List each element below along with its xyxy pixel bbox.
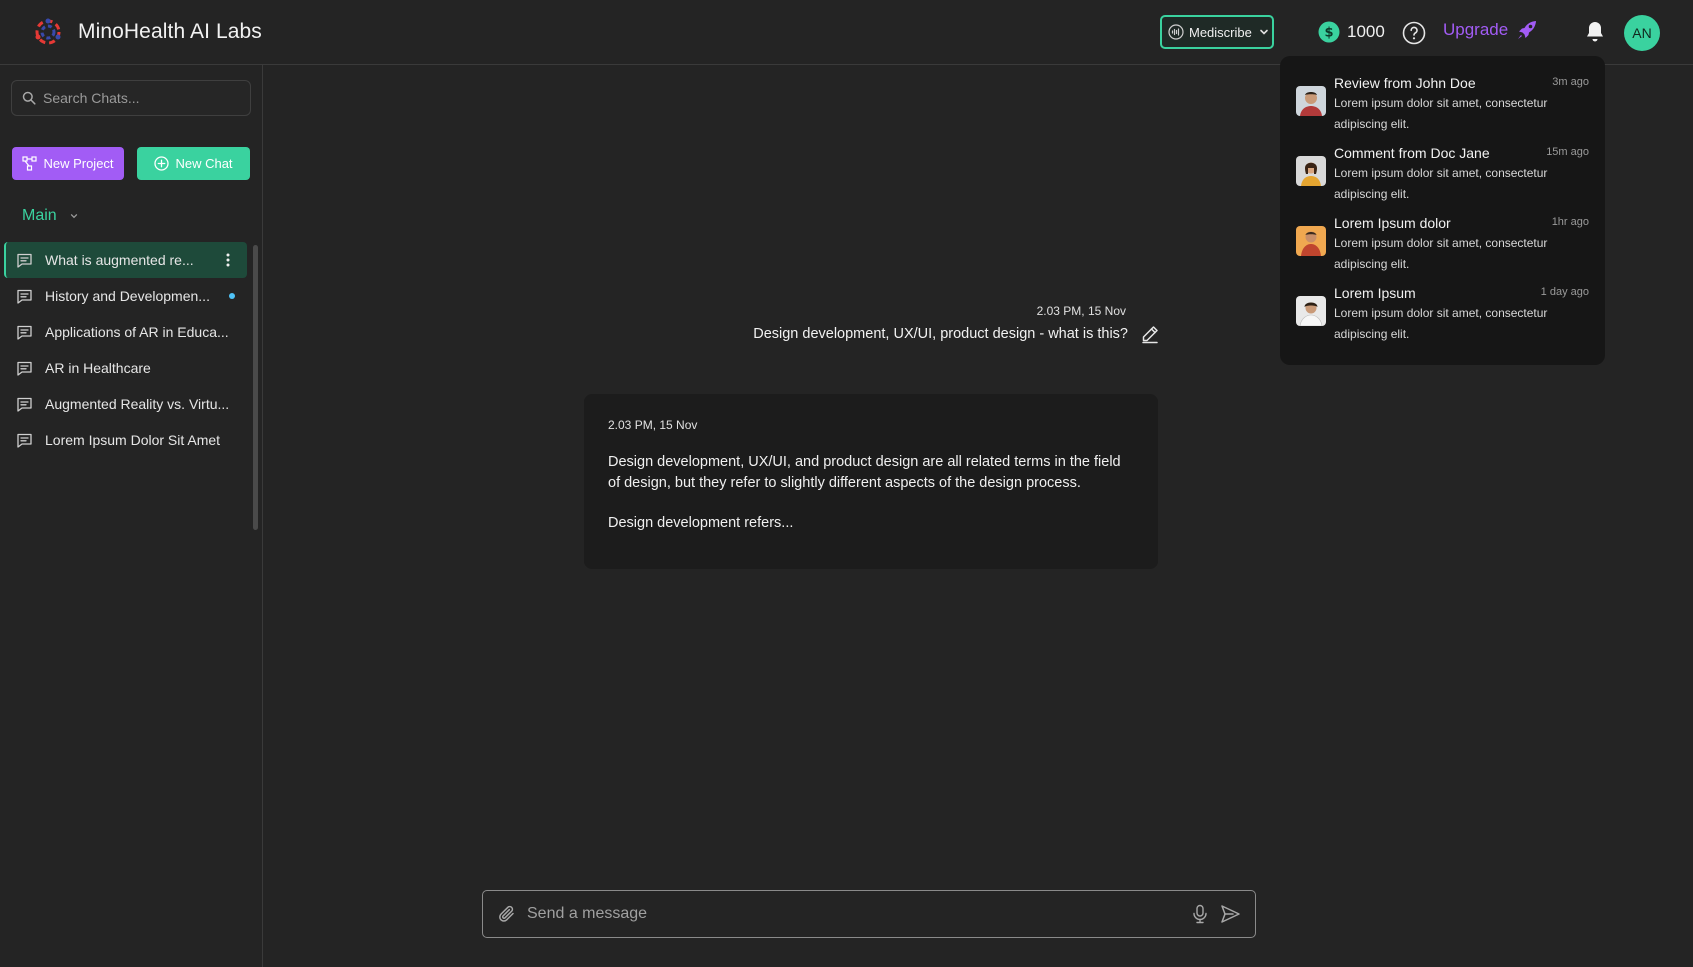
avatar — [1296, 296, 1326, 326]
chat-bubble-icon — [17, 289, 32, 304]
notification-item[interactable]: Comment from Doc Jane 15m ago Lorem ipsu… — [1280, 143, 1605, 213]
more-vertical-icon[interactable] — [221, 252, 235, 268]
sidebar-scrollbar[interactable] — [253, 245, 258, 530]
ai-message-paragraph: Design development, UX/UI, and product d… — [608, 454, 1121, 491]
ai-message-time: 2.03 PM, 15 Nov — [608, 418, 698, 432]
chat-item[interactable]: Lorem Ipsum Dolor Sit Amet — [4, 422, 247, 458]
dollar-coin-icon: $ — [1318, 21, 1340, 43]
chat-item[interactable]: History and Developmen... — [4, 278, 247, 314]
app-title: MinoHealth AI Labs — [78, 20, 262, 43]
chat-bubble-icon — [17, 325, 32, 340]
chat-bubble-icon — [17, 433, 32, 448]
user-message-text: Design development, UX/UI, product desig… — [753, 326, 1128, 342]
upgrade-label: Upgrade — [1443, 20, 1509, 39]
message-input[interactable] — [527, 905, 1191, 923]
user-message-time: 2.03 PM, 15 Nov — [1036, 304, 1126, 318]
ai-message: 2.03 PM, 15 Nov Design development, UX/U… — [584, 394, 1158, 569]
notification-item[interactable]: Lorem Ipsum dolor 1hr ago Lorem ipsum do… — [1280, 213, 1605, 283]
notification-body: Lorem ipsum dolor sit amet, consectetur … — [1334, 306, 1548, 341]
chat-item-label: Augmented Reality vs. Virtu... — [45, 396, 230, 412]
plus-circle-icon — [154, 156, 170, 171]
new-chat-label: New Chat — [175, 156, 233, 171]
microphone-icon[interactable] — [1191, 904, 1209, 924]
credits-value: 1000 — [1347, 22, 1385, 41]
bell-icon[interactable] — [1584, 20, 1606, 44]
send-icon[interactable] — [1219, 903, 1241, 925]
sidebar: New Project New Chat Main What is augmen… — [0, 65, 263, 967]
upgrade-button[interactable]: Upgrade — [1443, 18, 1539, 42]
user-avatar[interactable]: AN — [1624, 15, 1660, 51]
rocket-icon — [1518, 21, 1537, 39]
avatar — [1296, 226, 1326, 256]
section-main-label: Main — [22, 207, 57, 224]
new-project-button[interactable]: New Project — [12, 147, 124, 180]
avatar — [1296, 86, 1326, 116]
chevron-down-icon — [1260, 29, 1268, 35]
chat-bubble-icon — [17, 253, 32, 268]
search-input[interactable] — [43, 90, 233, 106]
chat-item-label: What is augmented re... — [45, 252, 194, 268]
paperclip-icon[interactable] — [497, 904, 517, 924]
help-icon[interactable] — [1402, 21, 1426, 45]
chat-list: What is augmented re... History and Deve… — [4, 242, 247, 458]
notification-time: 1 day ago — [1540, 286, 1589, 298]
message-composer — [482, 890, 1256, 938]
chat-item[interactable]: Augmented Reality vs. Virtu... — [4, 386, 247, 422]
section-main-toggle[interactable]: Main — [22, 207, 79, 225]
notification-item[interactable]: Review from John Doe 3m ago Lorem ipsum … — [1280, 73, 1605, 143]
project-icon — [22, 156, 38, 171]
new-chat-button[interactable]: New Chat — [137, 147, 250, 180]
notification-time: 3m ago — [1552, 76, 1589, 88]
chat-item-label: Lorem Ipsum Dolor Sit Amet — [45, 432, 221, 448]
chat-item[interactable]: Applications of AR in Educa... — [4, 314, 247, 350]
model-select[interactable]: Mediscribe — [1160, 15, 1274, 49]
logo-icon — [35, 18, 61, 45]
chat-item-label: History and Developmen... — [45, 288, 210, 304]
user-message: 2.03 PM, 15 Nov Design development, UX/U… — [640, 304, 1160, 344]
waveform-icon — [1168, 24, 1184, 40]
notifications-dropdown: Review from John Doe 3m ago Lorem ipsum … — [1280, 56, 1605, 365]
new-project-label: New Project — [43, 156, 114, 171]
notification-time: 15m ago — [1546, 146, 1589, 158]
chat-item-label: Applications of AR in Educa... — [45, 324, 229, 340]
chat-item[interactable]: What is augmented re... — [4, 242, 247, 278]
notification-time: 1hr ago — [1551, 216, 1589, 228]
search-icon — [22, 91, 36, 105]
chat-item-label: AR in Healthcare — [45, 360, 151, 376]
notification-body: Lorem ipsum dolor sit amet, consectetur … — [1334, 166, 1548, 201]
ai-message-paragraph: Design development refers... — [608, 515, 794, 531]
notification-body: Lorem ipsum dolor sit amet, consectetur … — [1334, 236, 1548, 271]
notification-body: Lorem ipsum dolor sit amet, consectetur … — [1334, 96, 1548, 131]
chat-bubble-icon — [17, 397, 32, 412]
notification-item[interactable]: Lorem Ipsum 1 day ago Lorem ipsum dolor … — [1280, 283, 1605, 353]
brand[interactable]: MinoHealth AI Labs — [32, 16, 262, 48]
edit-icon[interactable] — [1140, 324, 1160, 344]
svg-text:$: $ — [1324, 26, 1333, 41]
model-select-value: Mediscribe — [1189, 24, 1252, 40]
credits-balance: $ 1000 — [1318, 21, 1385, 43]
avatar — [1296, 156, 1326, 186]
chat-item[interactable]: AR in Healthcare — [4, 350, 247, 386]
chevron-down-icon — [70, 214, 77, 219]
chat-bubble-icon — [17, 361, 32, 376]
unread-indicator — [229, 293, 235, 299]
search-box[interactable] — [11, 80, 251, 116]
